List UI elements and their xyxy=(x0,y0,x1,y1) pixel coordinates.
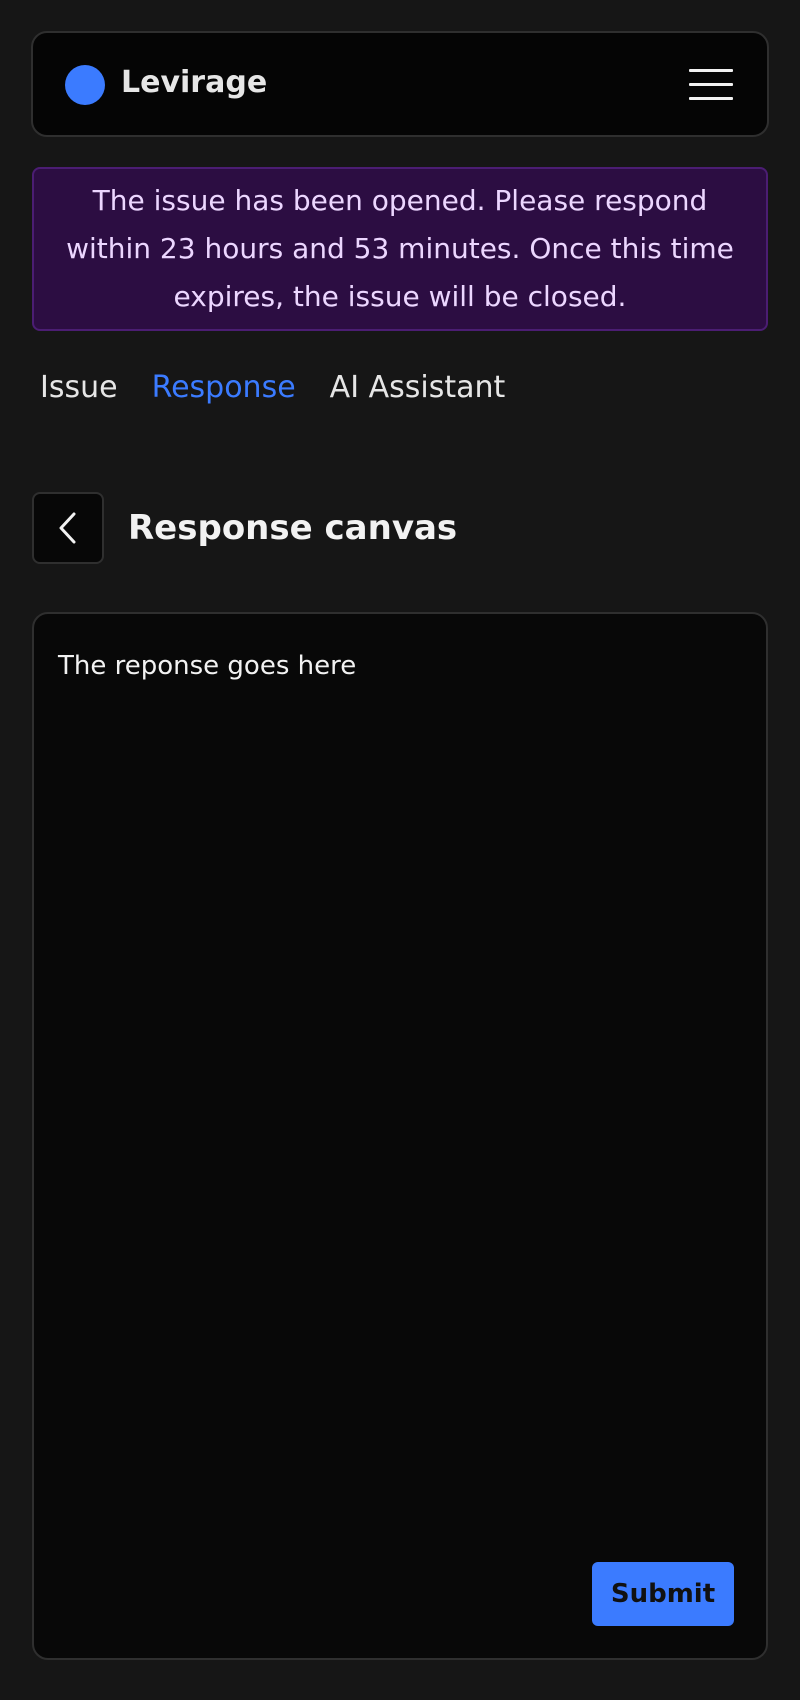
hamburger-menu-icon[interactable] xyxy=(689,69,733,101)
page-title: Response canvas xyxy=(128,508,458,548)
menu-line xyxy=(689,83,733,86)
back-button[interactable] xyxy=(32,492,104,564)
issue-timer-notice: The issue has been opened. Please respon… xyxy=(32,167,768,331)
tab-response[interactable]: Response xyxy=(152,364,296,412)
brand-name: Levirage xyxy=(121,65,268,100)
notice-text: The issue has been opened. Please respon… xyxy=(66,184,734,313)
chevron-left-icon xyxy=(59,512,76,544)
tab-issue[interactable]: Issue xyxy=(40,364,118,412)
menu-line xyxy=(689,69,733,72)
circle-logo-icon xyxy=(65,65,105,105)
menu-line xyxy=(689,97,733,100)
submit-button[interactable]: Submit xyxy=(592,1562,734,1626)
response-canvas[interactable]: The reponse goes here Submit xyxy=(32,612,768,1660)
app-header: Levirage xyxy=(31,31,769,137)
tab-bar: Issue Response AI Assistant xyxy=(40,364,505,412)
page: Levirage The issue has been opened. Plea… xyxy=(0,0,800,1700)
tab-ai-assistant[interactable]: AI Assistant xyxy=(330,364,506,412)
response-text[interactable]: The reponse goes here xyxy=(58,648,356,684)
